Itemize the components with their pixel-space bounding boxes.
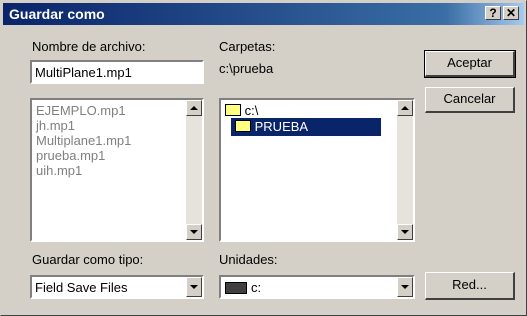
folder-tree[interactable]: c:\ PRUEBA xyxy=(219,98,415,242)
list-item[interactable]: Multiplane1.mp1 xyxy=(36,133,131,148)
arrow-up-icon xyxy=(190,106,198,110)
folder-tree-scrollbar[interactable] xyxy=(397,100,413,240)
list-item[interactable]: jh.mp1 xyxy=(36,118,75,133)
file-type-value: Field Save Files xyxy=(35,280,128,295)
title-bar[interactable]: Guardar como ? ✕ xyxy=(3,3,524,25)
list-item[interactable]: EJEMPLO.mp1 xyxy=(36,103,126,118)
chevron-down-icon xyxy=(190,285,198,289)
cancel-button[interactable]: Cancelar xyxy=(425,87,515,113)
folder-icon xyxy=(225,104,241,116)
scroll-down-button[interactable] xyxy=(186,224,202,240)
scroll-up-button[interactable] xyxy=(186,100,202,116)
scroll-up-button[interactable] xyxy=(397,100,413,116)
help-button[interactable]: ? xyxy=(485,6,501,20)
close-button[interactable]: ✕ xyxy=(503,6,519,20)
drive-dropdown-button[interactable] xyxy=(397,277,413,297)
file-type-select[interactable]: Field Save Files xyxy=(30,275,204,299)
arrow-down-icon xyxy=(401,230,409,234)
folder-item-label: c:\ xyxy=(244,103,259,118)
list-item[interactable]: uih.mp1 xyxy=(36,163,82,178)
folder-icon xyxy=(235,120,251,132)
drives-label: Unidades: xyxy=(219,252,278,267)
save-as-dialog: Guardar como ? ✕ Nombre de archivo: Mult… xyxy=(0,0,527,316)
drive-icon xyxy=(225,282,247,294)
folder-item-prueba[interactable]: PRUEBA xyxy=(231,118,381,136)
network-button[interactable]: Red... xyxy=(425,272,515,300)
accept-button[interactable]: Aceptar xyxy=(424,50,516,78)
chevron-down-icon xyxy=(401,285,409,289)
list-item[interactable]: prueba.mp1 xyxy=(36,148,105,163)
file-type-dropdown-button[interactable] xyxy=(186,277,202,297)
current-path: c:\prueba xyxy=(219,61,274,76)
file-name-value: MultiPlane1.mp1 xyxy=(35,65,132,80)
file-type-label: Guardar como tipo: xyxy=(32,252,144,267)
file-list[interactable]: EJEMPLO.mp1 jh.mp1 Multiplane1.mp1 prueb… xyxy=(30,98,204,242)
drive-value: c: xyxy=(251,280,262,295)
file-name-input[interactable]: MultiPlane1.mp1 xyxy=(30,60,204,84)
drive-select[interactable]: c: xyxy=(219,275,415,299)
folder-item-root[interactable]: c:\ xyxy=(225,103,258,118)
folders-label: Carpetas: xyxy=(219,39,276,54)
arrow-down-icon xyxy=(190,230,198,234)
window-title: Guardar como xyxy=(9,6,105,22)
arrow-up-icon xyxy=(401,106,409,110)
scroll-down-button[interactable] xyxy=(397,224,413,240)
file-list-scrollbar[interactable] xyxy=(186,100,202,240)
folder-item-label: PRUEBA xyxy=(254,119,309,134)
file-name-label: Nombre de archivo: xyxy=(32,39,146,54)
